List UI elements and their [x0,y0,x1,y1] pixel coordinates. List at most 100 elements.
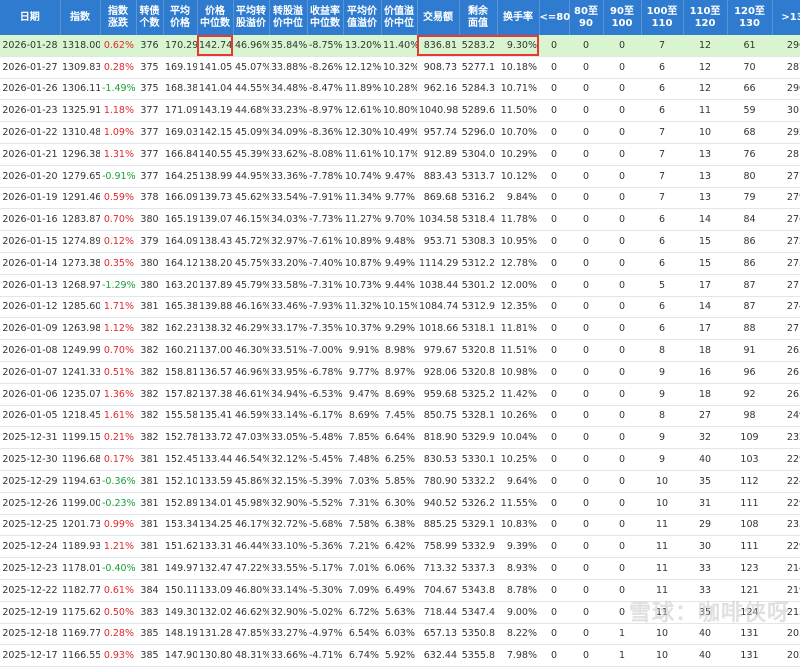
cell-medp: 141.05 [197,56,233,79]
column-header-date[interactable]: 日期 [0,0,61,35]
cell-b130: 92 [727,383,772,406]
column-header-avgp[interactable]: 平均 价格 [163,0,198,35]
table-row[interactable]: 2025-12-17 1166.55 0.93% 385 147.90 130.80 48.… [0,644,800,667]
cell-date: 2026-01-21 [0,143,60,166]
cell-turn: 8.93% [497,557,539,580]
cell-vol: 957.74 [417,121,459,144]
cell-turn: 10.71% [497,78,539,101]
table-row[interactable]: 2026-01-05 1218.45 1.61% 382 155.58 135.41 46.… [0,405,800,428]
column-header-b80[interactable]: <=80 [539,0,570,35]
cell-avgp: 152.89 [163,492,197,515]
cell-b110: 11 [641,514,683,537]
column-header-b110[interactable]: 100至110 [641,0,684,35]
table-row[interactable]: 2026-01-08 1249.99 0.70% 382 160.21 137.00 46.… [0,339,800,362]
table-row[interactable]: 2026-01-07 1241.33 0.51% 382 158.81 136.57 46.… [0,361,800,384]
cell-chg: -1.49% [100,78,136,101]
column-header-b90[interactable]: 80至90 [569,0,604,35]
cell-avgp: 152.45 [163,448,197,471]
column-header-cnt[interactable]: 转债 个数 [136,0,164,35]
table-row[interactable]: 2026-01-16 1283.87 0.70% 380 165.19 139.07 46.… [0,208,800,232]
column-header-b130[interactable]: 120至130 [727,0,773,35]
column-header-meddbl[interactable]: 价值溢 价中位 [381,0,418,35]
column-header-vol[interactable]: 交易额 [417,0,460,35]
column-header-medp[interactable]: 价格 中位数 [197,0,234,35]
table-row[interactable]: 2025-12-26 1199.00 -0.23% 381 152.89 134.01 45… [0,492,800,515]
cell-b110: 7 [641,165,683,188]
column-header-ytm[interactable]: 收益率 中位数 [307,0,344,35]
cell-b90: 0 [569,165,603,188]
cell-avgp: 170.29 [163,35,197,57]
cell-b130: 76 [727,143,772,166]
table-row[interactable]: 2026-01-09 1263.98 1.12% 382 162.23 138.32 46.… [0,317,800,341]
table-row[interactable]: 2025-12-24 1189.93 1.21% 381 151.62 133.31 46.… [0,535,800,559]
table-row[interactable]: 2025-12-29 1194.63 -0.36% 381 152.10 133.59 45… [0,470,800,493]
table-row[interactable]: 2026-01-14 1273.38 0.35% 380 164.12 138.20 45.… [0,252,800,275]
cell-medprem: 35.84% [269,35,307,57]
column-header-chg[interactable]: 指数 涨跌 [100,0,137,35]
cell-avgp: 153.34 [163,514,197,537]
cell-avgdbl: 8.69% [343,405,381,428]
column-header-rem[interactable]: 剩余 面值 [459,0,498,35]
cell-b90: 0 [569,361,603,384]
cell-idx: 1285.60 [60,296,100,319]
cell-date: 2025-12-31 [0,426,60,450]
cell-b110: 9 [641,383,683,406]
cell-b130: 86 [727,252,772,275]
cell-avgp: 169.19 [163,56,197,79]
cell-b130: 87 [727,296,772,319]
column-header-b130p[interactable]: >130 [772,0,800,35]
column-header-avgprem[interactable]: 平均转 股溢价 [233,0,270,35]
table-row[interactable]: 2026-01-27 1309.83 0.28% 375 169.19 141.05 45.… [0,56,800,79]
column-header-medprem[interactable]: 转股溢 价中位 [269,0,308,35]
cell-rem: 5329.9 [459,426,497,450]
cell-date: 2025-12-30 [0,448,60,471]
cell-vol: 885.25 [417,514,459,537]
table-row[interactable]: 2026-01-19 1291.46 0.59% 378 166.09 139.73 45.… [0,187,800,210]
column-header-turn[interactable]: 换手率 [497,0,540,35]
table-row[interactable]: 2026-01-28 1318.00 0.62% 376 170.29 142.74 46.… [0,35,800,57]
cell-b80: 0 [539,56,569,79]
column-header-b120[interactable]: 110至120 [683,0,728,35]
table-row[interactable]: 2026-01-15 1274.89 0.12% 379 164.09 138.43 45.… [0,230,800,253]
table-row[interactable]: 2025-12-31 1199.15 0.21% 382 152.78 133.72 47.… [0,426,800,450]
cell-b80: 0 [539,165,569,188]
cell-medp: 133.59 [197,470,233,493]
cell-medprem: 33.55% [269,557,307,580]
table-row[interactable]: 2025-12-25 1201.73 0.99% 381 153.34 134.25 46.… [0,514,800,537]
cell-b110: 8 [641,405,683,428]
table-row[interactable]: 2026-01-23 1325.91 1.18% 377 171.09 143.19 44.… [0,99,800,123]
cell-b120: 31 [683,492,727,515]
cell-b120: 40 [683,448,727,471]
table-row[interactable]: 2026-01-20 1279.65 -0.91% 377 164.25 138.99 44… [0,165,800,188]
cell-medprem: 34.09% [269,121,307,144]
cell-b80: 0 [539,557,569,580]
cell-idx: 1325.91 [60,99,100,123]
cell-date: 2026-01-28 [0,35,60,57]
table-row[interactable]: 2026-01-06 1235.07 1.36% 382 157.82 137.38 46.… [0,383,800,406]
cell-b110: 6 [641,208,683,232]
table-row[interactable]: 2026-01-12 1285.60 1.71% 381 165.38 139.88 46.… [0,296,800,319]
table-row[interactable]: 2026-01-22 1310.48 1.09% 377 169.03 142.15 45.… [0,121,800,144]
cell-medprem: 33.88% [269,56,307,79]
cell-b100: 0 [603,296,641,319]
column-header-avgdbl[interactable]: 平均价 值溢价 [343,0,382,35]
cell-cnt: 375 [136,56,163,79]
cell-b120: 32 [683,426,727,450]
table-row[interactable]: 2025-12-23 1178.01 -0.40% 381 149.97 132.47 47… [0,557,800,580]
cell-turn: 10.98% [497,361,539,384]
table-row[interactable]: 2026-01-13 1268.97 -1.29% 380 163.20 137.89 45… [0,274,800,297]
column-header-b100[interactable]: 90至100 [603,0,642,35]
cell-vol: 758.99 [417,535,459,559]
cell-rem: 5329.1 [459,514,497,537]
table-row[interactable]: 2026-01-21 1296.38 1.31% 377 166.84 140.55 45.… [0,143,800,166]
column-header-idx[interactable]: 指数 [60,0,101,35]
cell-b130p: 277 [772,165,800,188]
table-row[interactable]: 2025-12-30 1196.68 0.17% 381 152.45 133.44 46.… [0,448,800,471]
cell-medprem: 33.20% [269,252,307,275]
cell-avgdbl: 7.85% [343,426,381,450]
cell-chg: 0.59% [100,187,136,210]
cell-avgp: 162.23 [163,317,197,341]
cell-meddbl: 10.17% [381,143,417,166]
table-row[interactable]: 2026-01-26 1306.11 -1.49% 375 168.38 141.04 44… [0,78,800,101]
cell-meddbl: 10.32% [381,56,417,79]
